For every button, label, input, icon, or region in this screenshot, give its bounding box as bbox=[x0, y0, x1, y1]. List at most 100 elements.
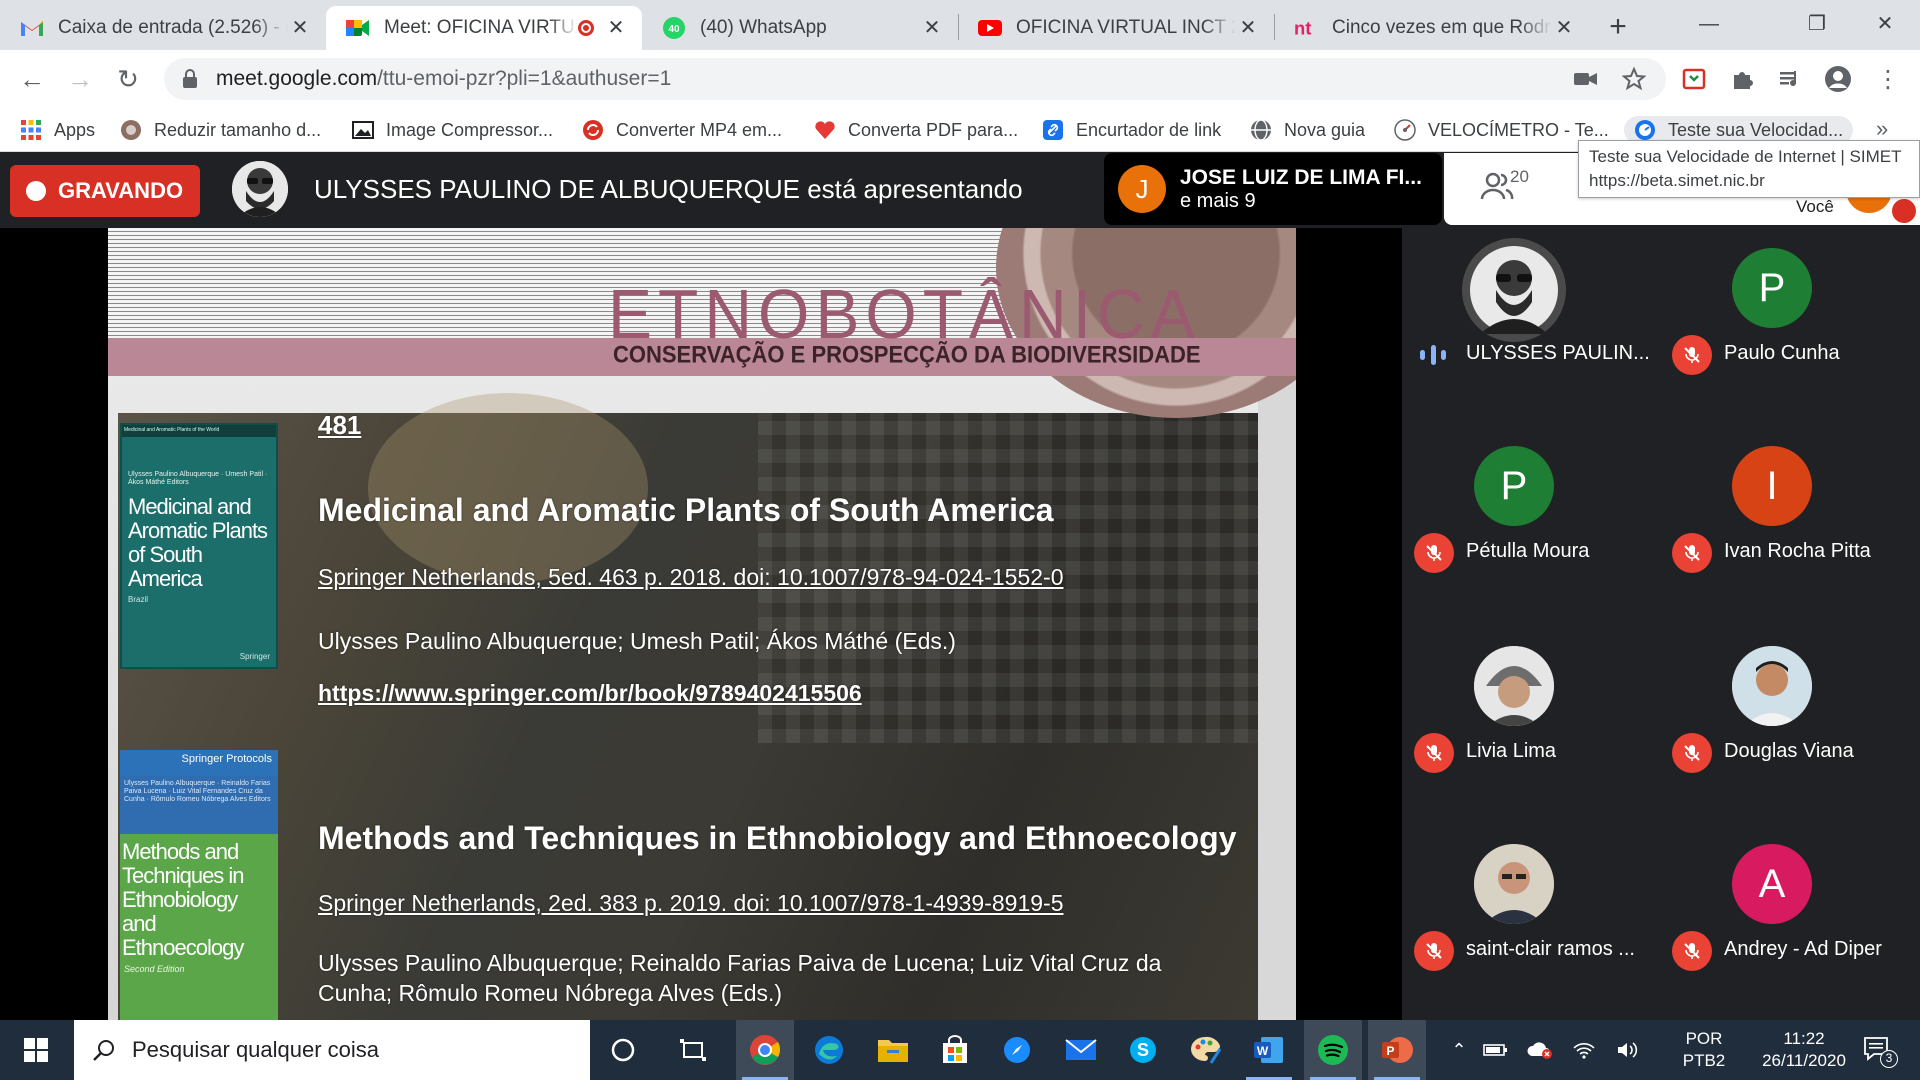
store-taskbar-button[interactable] bbox=[926, 1020, 984, 1080]
book2-heading: Methods and Techniques in Ethnobiology a… bbox=[318, 820, 1237, 856]
edge-icon bbox=[815, 1036, 843, 1064]
bookmark-nova-guia[interactable]: Nova guia bbox=[1250, 116, 1365, 144]
speedtest-icon bbox=[1635, 120, 1655, 140]
bookmarks-overflow-button[interactable]: » bbox=[1876, 116, 1888, 142]
participant-tile[interactable]: Douglas Viana bbox=[1660, 626, 1920, 824]
tab-news[interactable]: nt Cinco vezes em que Rodrig ✕ bbox=[1274, 6, 1590, 50]
participant-tile[interactable]: P Pétulla Moura bbox=[1402, 426, 1662, 624]
battery-icon[interactable] bbox=[1474, 1042, 1518, 1058]
taskbar-search[interactable]: Pesquisar qualquer coisa bbox=[74, 1020, 590, 1080]
presenter-text: ULYSSES PAULINO DE ALBUQUERQUE está apre… bbox=[314, 173, 1023, 204]
cortana-circle-icon bbox=[611, 1038, 635, 1062]
action-center-button[interactable]: 3 bbox=[1862, 1034, 1898, 1070]
participant-tile[interactable]: ULYSSES PAULIN... bbox=[1402, 228, 1662, 426]
bookmark-image-compressor[interactable]: Image Compressor... bbox=[352, 116, 553, 144]
bookmark-converta-pdf[interactable]: Converta PDF para... bbox=[814, 116, 1018, 144]
bookmark-star-icon[interactable] bbox=[1620, 65, 1648, 93]
convert-icon bbox=[583, 120, 603, 140]
restore-button[interactable]: ❐ bbox=[1782, 6, 1852, 42]
participant-tile[interactable]: A Andrey - Ad Diper bbox=[1660, 824, 1920, 1022]
browser-toolbar: ← → ↻ meet.google.com/ttu-emoi-pzr?pli=1… bbox=[0, 50, 1920, 108]
tab-title: Meet: OFICINA VIRTUA bbox=[384, 17, 578, 38]
extensions-puzzle-icon[interactable] bbox=[1728, 65, 1756, 93]
tab-meet[interactable]: Meet: OFICINA VIRTUA ✕ bbox=[326, 6, 642, 50]
nt-icon: nt bbox=[1294, 16, 1318, 40]
close-tab-icon[interactable]: ✕ bbox=[1552, 16, 1576, 40]
participant-tile[interactable]: saint-clair ramos ... bbox=[1402, 824, 1662, 1022]
windows-taskbar: Pesquisar qualquer coisa S W P ⌃ POR PTB… bbox=[0, 1020, 1920, 1080]
forward-button[interactable]: → bbox=[64, 63, 96, 95]
volume-icon[interactable] bbox=[1606, 1040, 1650, 1060]
close-tab-icon[interactable]: ✕ bbox=[920, 16, 944, 40]
gmail-icon bbox=[20, 16, 44, 40]
input-language[interactable]: POR PTB2 bbox=[1674, 1028, 1734, 1072]
extension-shield-icon[interactable] bbox=[1680, 65, 1708, 93]
cloud-error-icon[interactable] bbox=[1518, 1040, 1562, 1060]
tray-overflow-icon[interactable]: ⌃ bbox=[1444, 1040, 1474, 1061]
book1-link[interactable]: https://www.springer.com/br/book/9789402… bbox=[318, 680, 862, 707]
taskbar-clock[interactable]: 11:22 26/11/2020 bbox=[1754, 1028, 1854, 1072]
svg-text:S: S bbox=[1137, 1040, 1149, 1060]
safari-taskbar-button[interactable] bbox=[988, 1020, 1046, 1080]
wifi-icon[interactable] bbox=[1562, 1040, 1606, 1060]
chrome-taskbar-button[interactable] bbox=[736, 1020, 794, 1080]
bookmark-velocimetro[interactable]: VELOCÍMETRO - Te... bbox=[1394, 116, 1609, 144]
address-bar[interactable]: meet.google.com/ttu-emoi-pzr?pli=1&authu… bbox=[164, 58, 1666, 100]
book-cover-methods: Springer Protocols Ulysses Paulino Albuq… bbox=[120, 750, 278, 1020]
close-window-button[interactable]: ✕ bbox=[1850, 6, 1920, 42]
mic-off-icon bbox=[1672, 733, 1712, 773]
paint-taskbar-button[interactable] bbox=[1176, 1020, 1234, 1080]
task-view-icon-button[interactable] bbox=[664, 1020, 722, 1080]
camera-icon[interactable] bbox=[1572, 65, 1600, 93]
paint-palette-icon bbox=[1191, 1036, 1221, 1064]
url-text: meet.google.com/ttu-emoi-pzr?pli=1&authu… bbox=[216, 67, 672, 90]
close-tab-icon[interactable]: ✕ bbox=[288, 16, 312, 40]
start-button[interactable] bbox=[0, 1020, 72, 1080]
apps-grid-icon bbox=[21, 120, 41, 140]
globe-icon bbox=[1251, 119, 1271, 141]
new-tab-button[interactable]: + bbox=[1600, 10, 1636, 46]
tab-gmail[interactable]: Caixa de entrada (2.526) - d ✕ bbox=[0, 6, 326, 50]
book2-authors-line1: Ulysses Paulino Albuquerque; Reinaldo Fa… bbox=[318, 950, 1162, 976]
tab-youtube[interactable]: OFICINA VIRTUAL INCT 202 ✕ bbox=[958, 6, 1274, 50]
people-button[interactable]: 20 bbox=[1480, 167, 1529, 201]
search-icon bbox=[93, 1040, 114, 1061]
reload-button[interactable]: ↻ bbox=[112, 63, 144, 95]
profile-avatar-icon[interactable] bbox=[1824, 65, 1852, 93]
edge-taskbar-button[interactable] bbox=[800, 1020, 858, 1080]
participant-name: ULYSSES PAULIN... bbox=[1466, 342, 1650, 364]
back-button[interactable]: ← bbox=[16, 63, 48, 95]
spotify-taskbar-button[interactable] bbox=[1304, 1020, 1362, 1080]
menu-kebab-icon[interactable]: ⋮ bbox=[1874, 65, 1902, 93]
powerpoint-icon: P bbox=[1382, 1037, 1413, 1063]
avatar bbox=[1474, 646, 1554, 726]
bookmark-converter-mp4[interactable]: Converter MP4 em... bbox=[582, 116, 782, 144]
participant-tile[interactable]: P Paulo Cunha bbox=[1660, 228, 1920, 426]
file-explorer-taskbar-button[interactable] bbox=[864, 1020, 922, 1080]
browser-tab-strip: Caixa de entrada (2.526) - d ✕ Meet: OFI… bbox=[0, 0, 1920, 50]
tab-whatsapp[interactable]: 40 (40) WhatsApp ✕ bbox=[642, 6, 958, 50]
participant-tile[interactable]: I Ivan Rocha Pitta bbox=[1660, 426, 1920, 624]
participant-tile[interactable]: Livia Lima bbox=[1402, 626, 1662, 824]
bookmark-reduzir[interactable]: Reduzir tamanho d... bbox=[120, 116, 321, 144]
minimize-button[interactable]: — bbox=[1674, 6, 1744, 42]
recording-badge[interactable]: GRAVANDO bbox=[10, 165, 200, 217]
close-tab-icon[interactable]: ✕ bbox=[1236, 16, 1260, 40]
task-view-button[interactable] bbox=[594, 1020, 652, 1080]
powerpoint-taskbar-button[interactable]: P bbox=[1368, 1020, 1426, 1080]
heart-icon bbox=[815, 121, 835, 139]
svg-text:W: W bbox=[1257, 1044, 1269, 1058]
bookmark-apps[interactable]: Apps bbox=[20, 116, 95, 144]
joined-notification[interactable]: J JOSE LUIZ DE LIMA FI... e mais 9 bbox=[1104, 153, 1442, 225]
media-control-icon[interactable] bbox=[1776, 65, 1804, 93]
self-label: Você bbox=[1796, 197, 1834, 216]
skype-taskbar-button[interactable]: S bbox=[1114, 1020, 1172, 1080]
joiner-name: JOSE LUIZ DE LIMA FI... bbox=[1180, 165, 1422, 189]
mail-icon bbox=[1065, 1039, 1097, 1060]
mic-off-icon bbox=[1672, 533, 1712, 573]
mail-taskbar-button[interactable] bbox=[1052, 1020, 1110, 1080]
bookmark-encurtador[interactable]: Encurtador de link bbox=[1042, 116, 1221, 144]
word-taskbar-button[interactable]: W bbox=[1240, 1020, 1298, 1080]
participant-name: Ivan Rocha Pitta bbox=[1724, 540, 1871, 562]
close-tab-icon[interactable]: ✕ bbox=[604, 16, 628, 40]
